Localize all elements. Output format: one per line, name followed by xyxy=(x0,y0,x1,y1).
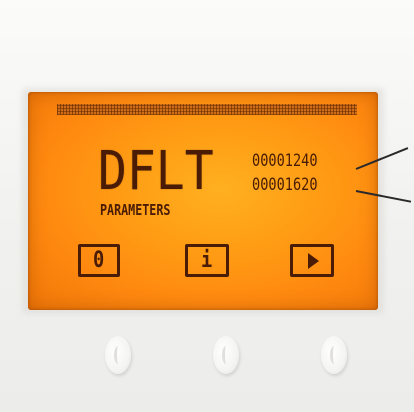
device-panel: DFLT PARAMETERS 00001240 00001620 0 i xyxy=(0,0,414,412)
counter-secondary: 00001620 xyxy=(252,175,318,195)
mode-subtitle: PARAMETERS xyxy=(100,201,171,219)
lcd-status-bar xyxy=(57,104,357,115)
softkey-next[interactable] xyxy=(290,244,334,277)
hardware-button-left[interactable] xyxy=(105,336,131,374)
play-arrow-icon xyxy=(308,252,319,269)
counter-primary: 00001240 xyxy=(252,151,318,171)
zero-key-icon: 0 xyxy=(93,247,105,273)
hardware-button-right[interactable] xyxy=(321,336,347,374)
lcd-display: DFLT PARAMETERS 00001240 00001620 0 i xyxy=(28,92,378,310)
hardware-button-center[interactable] xyxy=(213,336,239,374)
softkey-info[interactable]: i xyxy=(185,244,229,277)
mode-title: DFLT xyxy=(98,139,214,203)
info-icon: i xyxy=(201,247,213,273)
softkey-zero[interactable]: 0 xyxy=(78,244,120,277)
